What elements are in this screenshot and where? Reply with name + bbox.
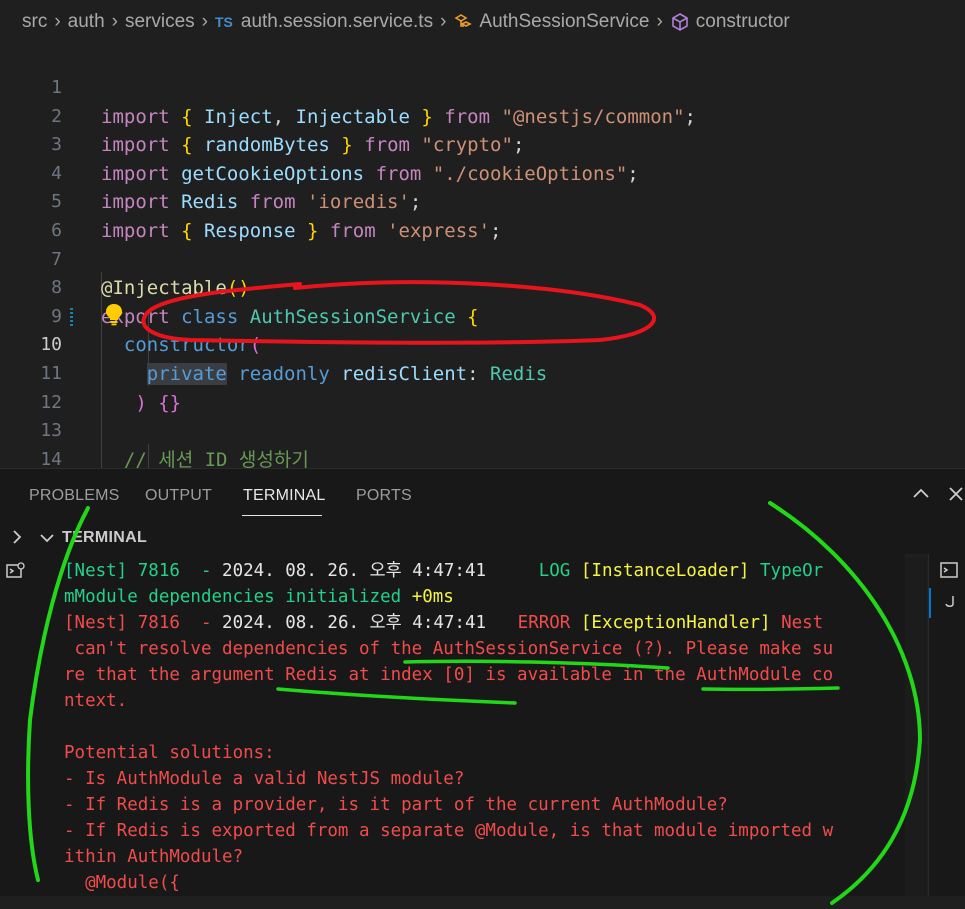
terminal-text-segment: [Nest] 7816 -	[64, 613, 223, 633]
terminal-scrollbar[interactable]	[905, 558, 927, 898]
code-line: 5 import { Response } from 'express';	[51, 191, 502, 243]
code-line: 13 // 세션 ID 생성하기	[40, 420, 309, 468]
tab-terminal[interactable]: TERMINAL	[243, 487, 326, 505]
code-line: 7 @Injectable()	[51, 248, 250, 300]
terminal-text-segment: TypeOr	[760, 561, 824, 581]
code-line: 14 async generateSessionId(): Promise<st…	[40, 448, 62, 468]
breadcrumb-item-auth[interactable]: auth	[68, 11, 105, 33]
panel-tab-bar: PROBLEMS OUTPUT TERMINAL PORTS	[0, 468, 965, 522]
terminal-output[interactable]: [Nest] 7816 - 2024. 08. 26. 오후 4:47:41 L…	[30, 554, 905, 896]
breadcrumb-item-class[interactable]: AuthSessionService	[479, 11, 649, 33]
breadcrumb-item-services[interactable]: services	[125, 11, 195, 33]
code-line: 15 return randomBytes(32).toString('hex'…	[0, 446, 965, 468]
terminal-line: ntext.	[64, 688, 127, 714]
terminal-text-segment: [ExceptionHandler]	[580, 613, 782, 633]
terminal-line: @Module({	[64, 870, 180, 896]
terminal-line: - If Redis is exported from a separate @…	[64, 818, 833, 844]
terminal-text-segment: ERROR	[486, 613, 581, 633]
terminal-text-segment: +0ms	[411, 587, 454, 607]
terminal-section-header[interactable]: TERMINAL	[0, 522, 965, 554]
code-line: 3 import getCookieOptions from "./cookie…	[51, 134, 639, 185]
code-line: 6	[51, 220, 62, 242]
code-line: 1 import { Inject, Injectable } from "@n…	[51, 77, 696, 128]
terminal-text-segment: re that the argument Redis at index [0] …	[64, 665, 834, 685]
terminal-text-segment: ithin AuthModule?	[64, 847, 244, 867]
terminal-text-segment: 2024. 08. 26. 오후 4:47:41	[222, 561, 487, 581]
tab-output[interactable]: OUTPUT	[145, 487, 212, 505]
terminal-line: - If Redis is a provider, is it part of …	[64, 792, 728, 818]
terminal-text-segment: [InstanceLoader]	[580, 561, 760, 581]
active-terminal-indicator	[929, 588, 931, 618]
close-panel-icon[interactable]	[945, 483, 965, 505]
terminal-text-segment: can't resolve dependencies of the AuthSe…	[64, 639, 834, 659]
terminal-line: Potential solutions:	[64, 740, 275, 766]
code-line: 9 constructor(	[51, 305, 262, 357]
status-strip	[0, 896, 965, 909]
terminal-text-segment: [Nest] 7816 -	[64, 561, 223, 581]
terminal-section-title: TERMINAL	[62, 529, 148, 546]
terminal-icon[interactable]	[939, 560, 959, 580]
terminal-line: re that the argument Redis at index [0] …	[64, 662, 833, 688]
active-tab-indicator	[242, 515, 322, 516]
terminal-line: ithin AuthModule?	[64, 844, 243, 870]
terminal-line: [Nest] 7816 - 2024. 08. 26. 오후 4:47:41 E…	[64, 610, 823, 636]
chevron-right-icon[interactable]	[8, 528, 26, 546]
code-line: 12	[40, 391, 62, 413]
maximize-panel-icon[interactable]	[910, 483, 932, 505]
terminal-text-segment: @Module({	[64, 873, 180, 893]
code-line: 11 ) {}	[40, 363, 182, 414]
tab-problems[interactable]: PROBLEMS	[29, 487, 120, 505]
breadcrumb: src › auth › services › TS auth.session.…	[0, 0, 965, 44]
method-cube-icon	[671, 13, 688, 31]
code-line-active: 10 private readonly redisClient: Redis	[40, 334, 548, 386]
class-icon	[454, 14, 473, 27]
terminal-text-segment: Potential solutions:	[64, 743, 275, 763]
chevron-right-icon: ›	[656, 11, 663, 32]
chevron-right-icon: ›	[111, 11, 118, 32]
terminal-line: [Nest] 7816 - 2024. 08. 26. 오후 4:47:41 L…	[64, 558, 823, 584]
tab-ports[interactable]: PORTS	[356, 487, 412, 505]
chevron-right-icon: ›	[54, 11, 61, 32]
terminal-text-segment: - If Redis is a provider, is it part of …	[64, 795, 728, 815]
breadcrumb-item-src[interactable]: src	[22, 11, 47, 33]
breadcrumb-item-method[interactable]: constructor	[696, 11, 790, 33]
chevron-down-icon[interactable]	[38, 529, 56, 547]
terminal-text-segment: Nest	[781, 613, 824, 633]
code-editor[interactable]: 1 import { Inject, Injectable } from "@n…	[0, 44, 965, 468]
terminal-line: - Is AuthModule a valid NestJS module?	[64, 766, 464, 792]
terminal-text-segment: 2024. 08. 26. 오후 4:47:41	[222, 613, 487, 633]
modified-line-gutter-mark	[70, 306, 73, 326]
debug-terminal-icon[interactable]	[4, 560, 26, 582]
breadcrumb-item-file[interactable]: auth.session.service.ts	[241, 11, 433, 33]
terminal-text-segment: - If Redis is exported from a separate @…	[64, 821, 834, 841]
chevron-right-icon: ›	[440, 11, 447, 32]
code-line: 2 import { randomBytes } from "crypto";	[51, 105, 525, 157]
terminal-text-segment: - Is AuthModule a valid NestJS module?	[64, 769, 465, 789]
terminal-instance-icon[interactable]	[943, 594, 957, 610]
lightbulb-icon[interactable]	[104, 302, 124, 326]
terminal-line: can't resolve dependencies of the AuthSe…	[64, 636, 834, 662]
code-line: 8 export class AuthSessionService {	[51, 277, 479, 328]
code-line: 4 import Redis from 'ioredis';	[51, 162, 422, 214]
terminal-list	[928, 554, 965, 909]
chevron-right-icon: ›	[201, 11, 208, 32]
terminal-text-segment: ntext.	[64, 691, 128, 711]
terminal-line: mModule dependencies initialized +0ms	[64, 584, 454, 610]
terminal-text-segment: LOG	[486, 561, 581, 581]
typescript-file-icon: TS	[214, 14, 233, 30]
terminal-text-segment: mModule dependencies initialized	[64, 587, 412, 607]
